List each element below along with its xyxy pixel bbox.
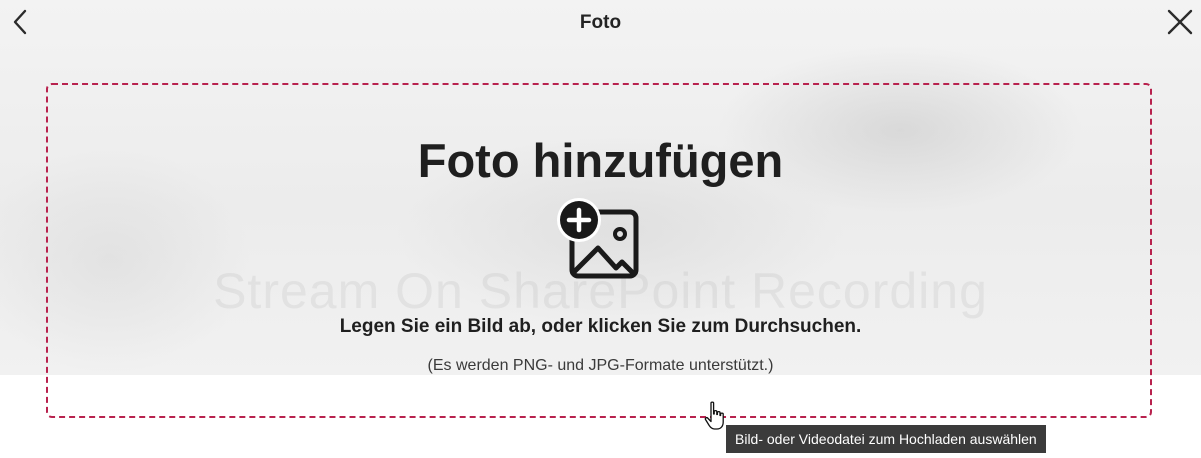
close-icon <box>1167 9 1193 35</box>
drop-zone-title: Foto hinzufügen <box>417 134 784 187</box>
close-button[interactable] <box>1167 9 1193 35</box>
hand-pointer-icon <box>704 401 726 431</box>
upload-tooltip: Bild- oder Videodatei zum Hochladen ausw… <box>726 425 1046 453</box>
drop-zone-instruction: Legen Sie ein Bild ab, oder klicken Sie … <box>339 316 862 337</box>
add-image-icon <box>556 198 642 284</box>
supported-formats-note: (Es werden PNG- und JPG-Formate unterstü… <box>427 357 774 374</box>
photo-upload-dialog: Stream On SharePoint Recording Foto Foto… <box>0 0 1201 458</box>
dialog-title: Foto <box>579 12 622 33</box>
